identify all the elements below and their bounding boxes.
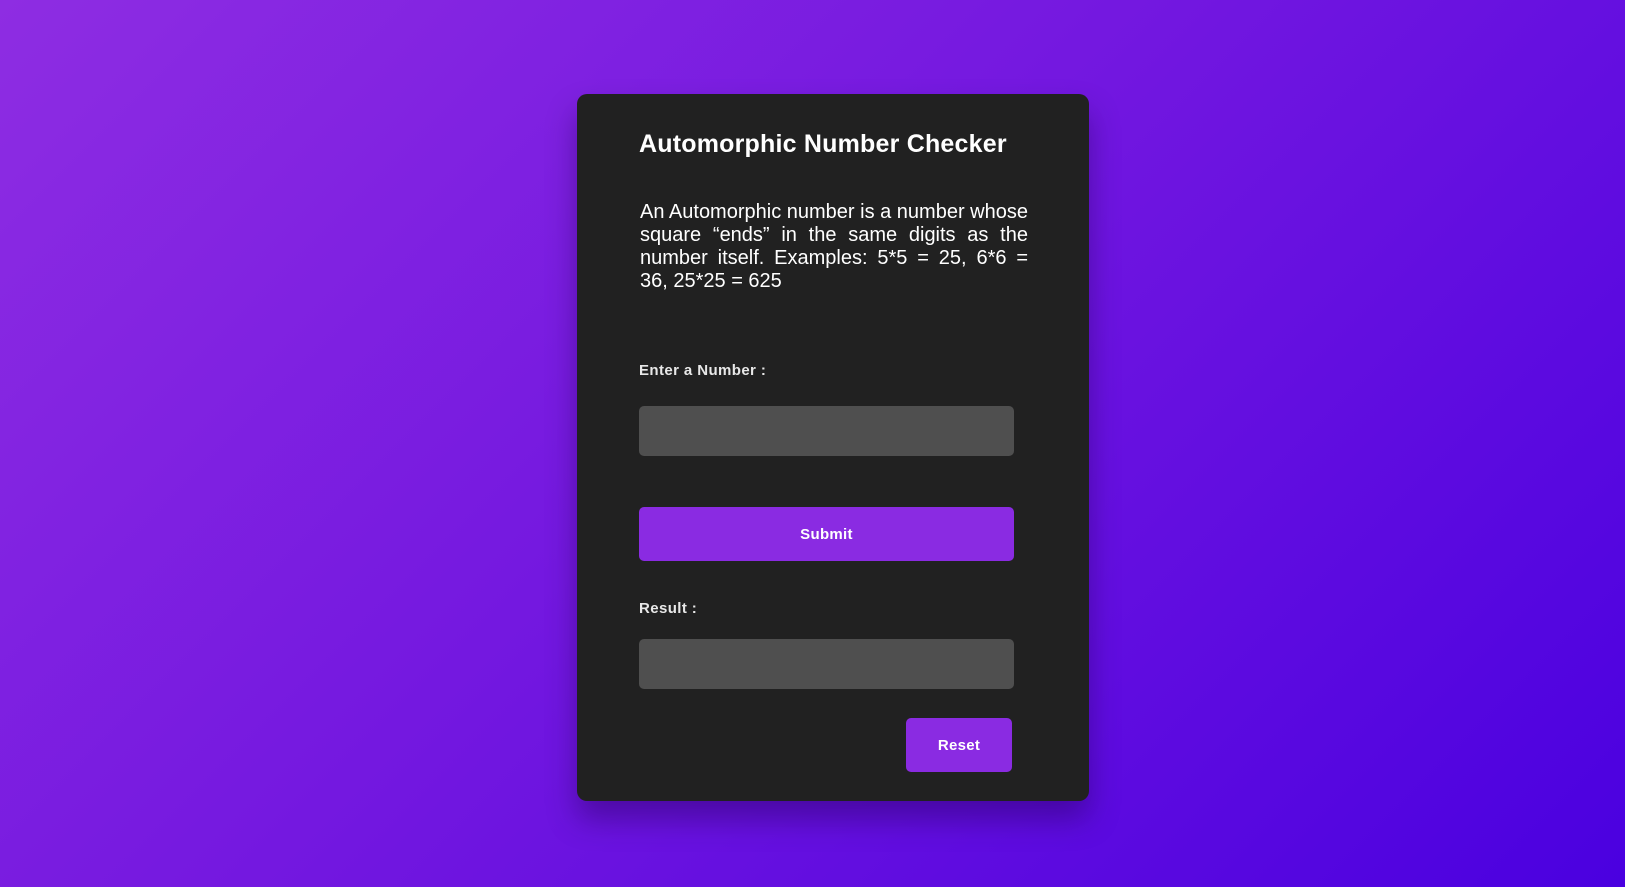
page-title: Automorphic Number Checker	[639, 130, 1007, 158]
number-label: Enter a Number :	[639, 362, 767, 379]
result-label: Result :	[639, 600, 698, 617]
reset-button[interactable]: Reset	[906, 718, 1012, 772]
checker-card: Automorphic Number Checker An Automorphi…	[577, 94, 1089, 801]
result-field[interactable]	[639, 639, 1014, 689]
number-input[interactable]	[639, 406, 1014, 456]
description-text: An Automorphic number is a number whose …	[640, 201, 1028, 292]
submit-button[interactable]: Submit	[639, 507, 1014, 561]
